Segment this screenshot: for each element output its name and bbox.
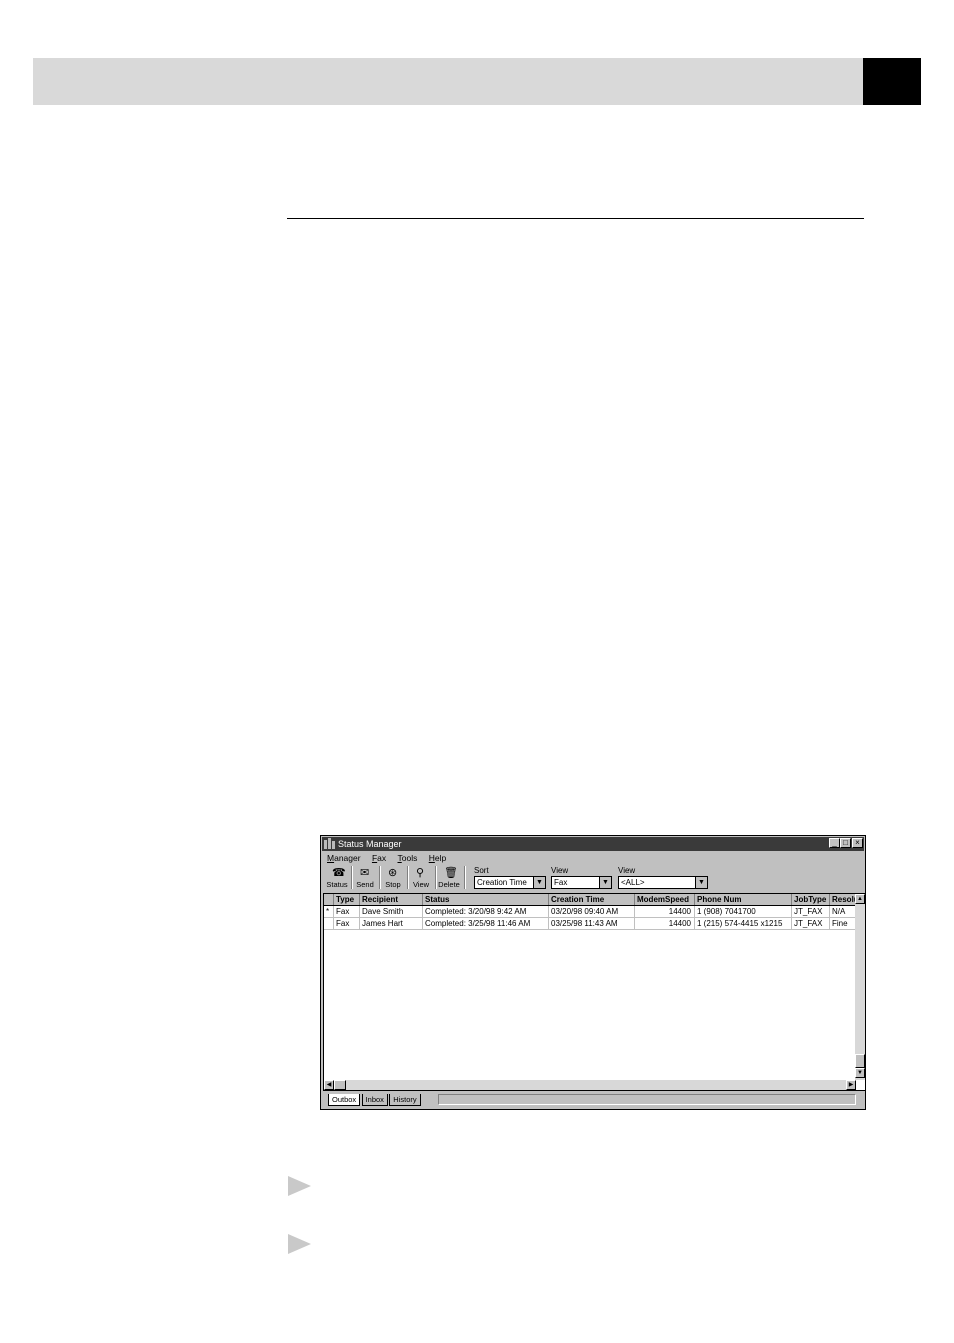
cell-type: Fax: [334, 906, 360, 918]
close-button[interactable]: ×: [852, 838, 863, 848]
cell-status: Completed: 3/25/98 11:46 AM: [423, 918, 549, 930]
row-marker: *: [324, 906, 334, 918]
status-button[interactable]: ☎ Status: [324, 865, 350, 891]
toolbar-separator: [464, 866, 466, 889]
hscroll-thumb[interactable]: [334, 1080, 346, 1090]
column-header-creation-time[interactable]: Creation Time: [549, 894, 635, 905]
cell-recipient: James Hart: [360, 918, 423, 930]
cell-recipient: Dave Smith: [360, 906, 423, 918]
app-icon: [324, 838, 335, 849]
status-button-label: Status: [326, 880, 348, 889]
menu-help[interactable]: Help: [429, 852, 446, 864]
cell-creation-time: 03/25/98 11:43 AM: [549, 918, 635, 930]
delete-button-label: Delete: [438, 880, 460, 889]
chevron-down-icon[interactable]: ▼: [695, 877, 707, 888]
row-marker: [324, 918, 334, 930]
view-status-value: <ALL>: [621, 878, 645, 887]
cell-phone-num: 1 (215) 574-4415 x1215: [695, 918, 792, 930]
page-number-block: [863, 58, 921, 105]
cell-job-type: JT_FAX: [792, 906, 830, 918]
vertical-scrollbar[interactable]: ▲ ▼: [855, 894, 865, 1080]
step-arrow-icon: [288, 1176, 311, 1196]
cell-status: Completed: 3/20/98 9:42 AM: [423, 906, 549, 918]
horizontal-scrollbar[interactable]: ◀ ▶: [324, 1080, 856, 1090]
sort-by-select[interactable]: Creation Time ▼: [474, 876, 546, 889]
menu-fax[interactable]: Fax: [372, 852, 386, 864]
send-icon: ✉: [360, 867, 370, 879]
tab-history[interactable]: History: [389, 1094, 421, 1106]
column-header-type[interactable]: Type: [334, 894, 360, 905]
stop-icon: ⊛: [388, 867, 398, 879]
delete-icon: 🗑: [444, 867, 458, 879]
column-header-marker[interactable]: [324, 894, 334, 905]
scroll-up-icon[interactable]: ▲: [855, 894, 865, 904]
status-bar: Outbox Inbox History: [323, 1092, 864, 1108]
column-header-resolution[interactable]: Resolu: [830, 894, 858, 905]
tab-inbox[interactable]: Inbox: [361, 1094, 388, 1106]
table-row[interactable]: Fax James Hart Completed: 3/25/98 11:46 …: [324, 918, 858, 930]
view-status-select[interactable]: <ALL> ▼: [618, 876, 708, 889]
menu-manager[interactable]: Manager: [327, 852, 361, 864]
column-header-phone-num[interactable]: Phone Num: [695, 894, 792, 905]
table-header: Type Recipient Status Creation Time Mode…: [324, 894, 858, 906]
scroll-down-icon[interactable]: ▼: [855, 1068, 865, 1078]
menu-tools[interactable]: Tools: [398, 852, 418, 864]
stop-button-label: Stop: [385, 880, 401, 889]
title-bar[interactable]: Status Manager _ □ ×: [322, 837, 864, 851]
cell-resolution: Fine: [830, 918, 858, 930]
view-type-value: Fax: [554, 878, 568, 887]
cell-creation-time: 03/20/98 09:40 AM: [549, 906, 635, 918]
chevron-down-icon[interactable]: ▼: [533, 877, 545, 888]
view-button-label: View: [412, 880, 430, 889]
status-panel: [438, 1094, 856, 1105]
window-title: Status Manager: [338, 839, 402, 849]
chevron-down-icon[interactable]: ▼: [599, 877, 611, 888]
table-row[interactable]: * Fax Dave Smith Completed: 3/20/98 9:42…: [324, 906, 858, 918]
view-type-select[interactable]: Fax ▼: [551, 876, 612, 889]
send-button[interactable]: ✉ Send: [352, 865, 378, 891]
view-button[interactable]: ⚲ View: [408, 865, 434, 891]
tab-outbox[interactable]: Outbox: [328, 1094, 361, 1106]
scroll-right-icon[interactable]: ▶: [846, 1080, 856, 1090]
menu-bar: Manager Fax Tools Help: [327, 852, 455, 864]
cell-modem-speed: 14400: [635, 918, 695, 930]
minimize-button[interactable]: _: [829, 838, 840, 848]
column-header-job-type[interactable]: JobType: [792, 894, 830, 905]
fax-job-table: Type Recipient Status Creation Time Mode…: [323, 893, 866, 1091]
scroll-left-icon[interactable]: ◀: [324, 1080, 334, 1090]
sort-by-value: Creation Time: [477, 878, 527, 887]
delete-button[interactable]: 🗑 Delete: [436, 865, 462, 891]
section-rule: [287, 218, 864, 219]
column-header-status[interactable]: Status: [423, 894, 549, 905]
cell-modem-speed: 14400: [635, 906, 695, 918]
cell-job-type: JT_FAX: [792, 918, 830, 930]
status-icon: ☎: [332, 867, 346, 879]
stop-button[interactable]: ⊛ Stop: [380, 865, 406, 891]
scroll-thumb[interactable]: [855, 1054, 865, 1068]
send-button-label: Send: [356, 880, 374, 889]
folder-tabs: Outbox Inbox History: [328, 1094, 421, 1106]
view-icon: ⚲: [416, 867, 425, 879]
status-manager-window: Status Manager _ □ × Manager Fax Tools H…: [320, 835, 866, 1110]
column-header-modem-speed[interactable]: ModemSpeed: [635, 894, 695, 905]
cell-type: Fax: [334, 918, 360, 930]
maximize-button[interactable]: □: [840, 838, 851, 848]
step-arrow-icon: [288, 1234, 311, 1254]
page-header-band: [33, 58, 863, 105]
column-header-recipient[interactable]: Recipient: [360, 894, 423, 905]
cell-resolution: N/A: [830, 906, 858, 918]
cell-phone-num: 1 (908) 7041700: [695, 906, 792, 918]
